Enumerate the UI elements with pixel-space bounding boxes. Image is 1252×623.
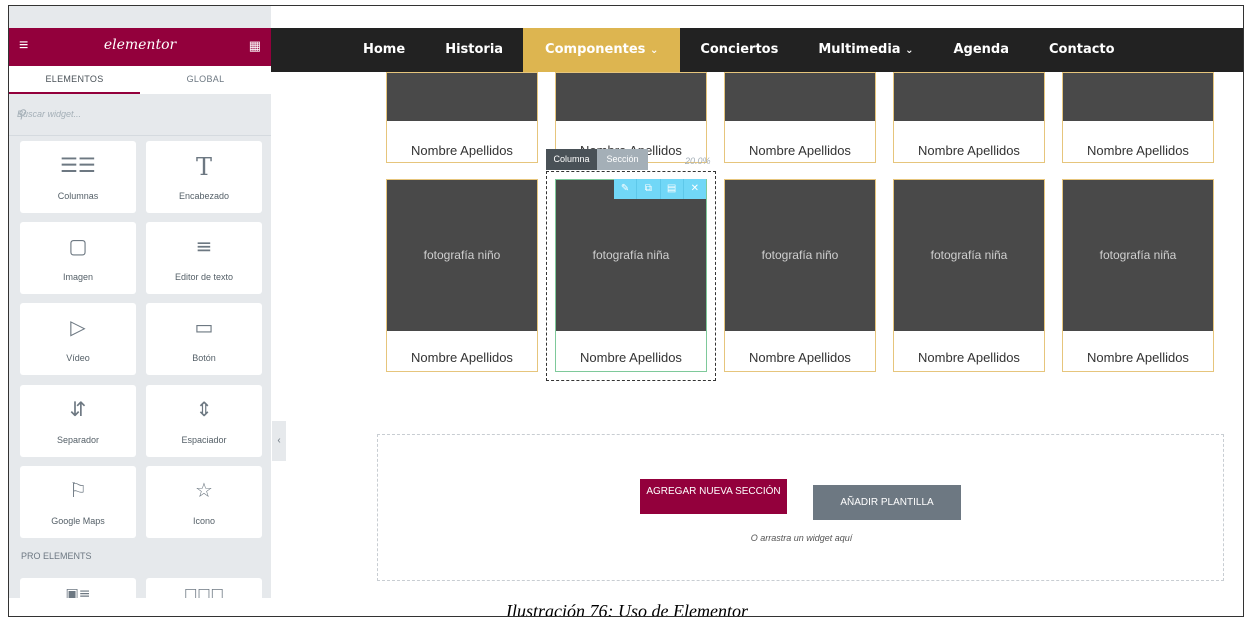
text-editor-icon: ≡ (195, 234, 213, 258)
widget-pro-2[interactable]: □□□ (146, 578, 262, 598)
elementor-logo: elementor (103, 37, 177, 53)
nav-home[interactable]: Home (363, 28, 405, 72)
portfolio-icon: □□□ (184, 586, 224, 598)
add-new-section-button[interactable]: AGREGAR NUEVA SECCIÓN (640, 479, 787, 514)
widget-label: Columnas (57, 191, 99, 201)
widget-pro-1[interactable]: ▣≡ (20, 578, 136, 598)
member-name: Nombre Apellidos (749, 350, 851, 365)
search-icon: ⚲ (17, 107, 26, 121)
member-name: Nombre Apellidos (918, 143, 1020, 158)
photo-placeholder (556, 73, 706, 121)
photo-placeholder (894, 73, 1044, 121)
widget-label: Botón (192, 353, 216, 363)
widget-editor-texto[interactable]: ≡ Editor de texto (146, 222, 262, 294)
heading-icon: T (195, 153, 212, 181)
photo-placeholder (725, 73, 875, 121)
star-icon: ☆ (195, 478, 213, 502)
section-handle[interactable]: Sección (597, 149, 648, 170)
widget-label: Separador (56, 435, 100, 445)
widget-edit-toolbar: ✎ ⧉ ▤ ✕ (614, 179, 706, 199)
spacer-icon: ⇕ (195, 397, 213, 421)
widget-label: Espaciador (181, 435, 227, 445)
widget-columnas[interactable]: ☰☰ Columnas (20, 141, 136, 213)
panel-tabs: ELEMENTOS GLOBAL (9, 66, 271, 94)
member-name: Nombre Apellidos (918, 350, 1020, 365)
nav-conciertos[interactable]: Conciertos (700, 28, 778, 72)
site-nav: Home Historia Componentes ⌄ Conciertos M… (271, 28, 1243, 72)
team-card-top: Nombre Apellidos (386, 72, 538, 163)
edit-pencil-icon[interactable]: ✎ (614, 179, 638, 199)
photo-placeholder (1063, 73, 1213, 121)
team-card: fotografía niña Nombre Apellidos (893, 179, 1045, 372)
widget-espaciador[interactable]: ⇕ Espaciador (146, 385, 262, 457)
widget-label: Vídeo (66, 353, 90, 363)
add-section-dropzone[interactable]: AGREGAR NUEVA SECCIÓN AÑADIR PLANTILLA O… (377, 434, 1224, 581)
nav-componentes[interactable]: Componentes ⌄ (523, 28, 681, 72)
close-icon[interactable]: ✕ (684, 179, 706, 199)
pro-elements-title: PRO ELEMENTS (21, 551, 92, 561)
team-card-top: Nombre Apellidos (1062, 72, 1214, 163)
member-name: Nombre Apellidos (411, 143, 513, 158)
nav-historia[interactable]: Historia (445, 28, 503, 72)
columns-icon: ☰☰ (60, 153, 96, 177)
widget-icono[interactable]: ☆ Icono (146, 466, 262, 538)
widget-imagen[interactable]: ▢ Imagen (20, 222, 136, 294)
tab-global[interactable]: GLOBAL (140, 66, 271, 94)
figure-frame: ≡ elementor ▦ ELEMENTOS GLOBAL Buscar wi… (8, 5, 1244, 617)
chevron-down-icon: ⌄ (905, 45, 914, 56)
widget-label: Editor de texto (174, 272, 234, 282)
save-icon[interactable]: ▤ (661, 179, 684, 199)
posts-icon: ▣≡ (65, 586, 91, 598)
widget-label: Google Maps (51, 516, 105, 526)
drag-widget-hint: O arrastra un widget aquí (750, 533, 853, 543)
team-card: fotografía niña Nombre Apellidos (1062, 179, 1214, 372)
widget-label: Imagen (62, 272, 94, 282)
screenshot: ≡ elementor ▦ ELEMENTOS GLOBAL Buscar wi… (9, 6, 1243, 598)
column-selection-outline (546, 171, 716, 381)
collapse-panel-icon[interactable]: ‹ (272, 421, 286, 461)
member-name: Nombre Apellidos (1087, 350, 1189, 365)
photo-placeholder: fotografía niña (1063, 180, 1213, 331)
figure-caption: Ilustración 76: Uso de Elementor (506, 601, 748, 617)
divider-icon: ⇵ (69, 397, 87, 421)
widget-search[interactable]: Buscar widget... ⚲ (9, 94, 271, 136)
nav-label: Multimedia (818, 42, 901, 57)
widget-video[interactable]: ▷ Vídeo (20, 303, 136, 375)
member-name: Nombre Apellidos (749, 143, 851, 158)
image-icon: ▢ (68, 234, 88, 258)
nav-multimedia[interactable]: Multimedia ⌄ (818, 28, 913, 72)
apps-grid-icon[interactable]: ▦ (249, 38, 261, 54)
photo-placeholder: fotografía niño (725, 180, 875, 331)
column-width-percent: 20.0% (685, 156, 711, 166)
widget-label: Icono (192, 516, 216, 526)
widget-encabezado[interactable]: T Encabezado (146, 141, 262, 213)
column-handle[interactable]: Columna (546, 149, 597, 170)
widget-boton[interactable]: ▭ Botón (146, 303, 262, 375)
widget-label: Encabezado (178, 191, 230, 201)
team-card-top: Nombre Apellidos (893, 72, 1045, 163)
photo-placeholder (387, 73, 537, 121)
widget-google-maps[interactable]: ⚐ Google Maps (20, 466, 136, 538)
button-icon: ▭ (194, 315, 214, 339)
photo-placeholder: fotografía niña (894, 180, 1044, 331)
map-icon: ⚐ (69, 478, 87, 502)
photo-placeholder: fotografía niño (387, 180, 537, 331)
chevron-down-icon: ⌄ (649, 45, 659, 56)
elementor-panel: ≡ elementor ▦ ELEMENTOS GLOBAL Buscar wi… (9, 6, 271, 598)
member-name: Nombre Apellidos (411, 350, 513, 365)
duplicate-icon[interactable]: ⧉ (637, 179, 661, 199)
widget-separador[interactable]: ⇵ Separador (20, 385, 136, 457)
team-card-top: Nombre Apellidos (724, 72, 876, 163)
nav-agenda[interactable]: Agenda (953, 28, 1009, 72)
video-icon: ▷ (70, 315, 86, 339)
member-name: Nombre Apellidos (1087, 143, 1189, 158)
panel-header: ≡ elementor ▦ (9, 28, 271, 66)
tab-elementos[interactable]: ELEMENTOS (9, 66, 140, 94)
team-card: fotografía niño Nombre Apellidos (724, 179, 876, 372)
team-card: fotografía niño Nombre Apellidos (386, 179, 538, 372)
nav-contacto[interactable]: Contacto (1049, 28, 1115, 72)
add-template-button[interactable]: AÑADIR PLANTILLA (813, 485, 961, 520)
nav-label: Componentes (545, 42, 646, 57)
